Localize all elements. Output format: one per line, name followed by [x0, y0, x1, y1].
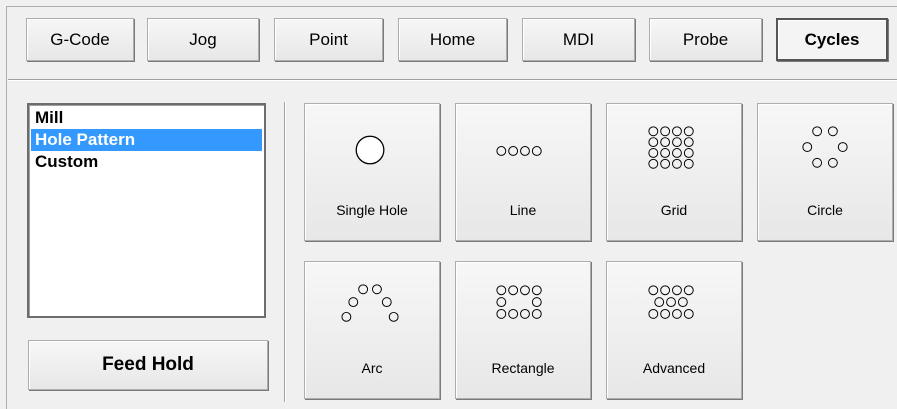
grid-pattern-icon	[648, 126, 694, 169]
grid-label: Grid	[660, 202, 688, 218]
arc-label: Arc	[361, 360, 383, 376]
horizontal-divider	[8, 79, 897, 81]
tab-probe[interactable]: Probe	[649, 18, 762, 61]
list-item-custom[interactable]: Custom	[31, 151, 262, 173]
circle-label: Circle	[807, 202, 843, 218]
tab-jog[interactable]: Jog	[147, 18, 259, 61]
list-item-hole-pattern[interactable]: Hole Pattern	[31, 129, 262, 151]
rectangle-pattern-button[interactable]: Rectangle	[455, 261, 591, 399]
arc-pattern-icon	[341, 284, 399, 322]
rectangle-pattern-icon	[496, 285, 542, 319]
cycle-category-list[interactable]: Mill Hole Pattern Custom	[27, 103, 266, 318]
tab-point[interactable]: Point	[274, 18, 383, 61]
tab-cycles[interactable]: Cycles	[776, 18, 888, 61]
line-label: Line	[509, 202, 537, 218]
line-pattern-button[interactable]: Line	[455, 103, 591, 241]
advanced-label: Advanced	[642, 360, 706, 376]
feed-hold-button[interactable]: Feed Hold	[28, 340, 268, 390]
vertical-divider	[284, 102, 286, 402]
single-hole-label: Single Hole	[336, 202, 408, 218]
single-hole-button[interactable]: Single Hole	[304, 103, 440, 241]
advanced-pattern-button[interactable]: Advanced	[606, 261, 742, 399]
circle-pattern-icon	[802, 126, 848, 168]
single-hole-icon	[355, 135, 385, 165]
tab-mdi[interactable]: MDI	[522, 18, 635, 61]
tab-gcode[interactable]: G-Code	[26, 18, 134, 61]
advanced-pattern-icon	[648, 285, 694, 319]
line-pattern-icon	[496, 146, 542, 156]
grid-pattern-button[interactable]: Grid	[606, 103, 742, 241]
arc-pattern-button[interactable]: Arc	[304, 261, 440, 399]
list-item-mill[interactable]: Mill	[31, 107, 262, 129]
tab-home[interactable]: Home	[398, 18, 507, 61]
circle-pattern-button[interactable]: Circle	[757, 103, 893, 241]
rectangle-label: Rectangle	[491, 360, 555, 376]
